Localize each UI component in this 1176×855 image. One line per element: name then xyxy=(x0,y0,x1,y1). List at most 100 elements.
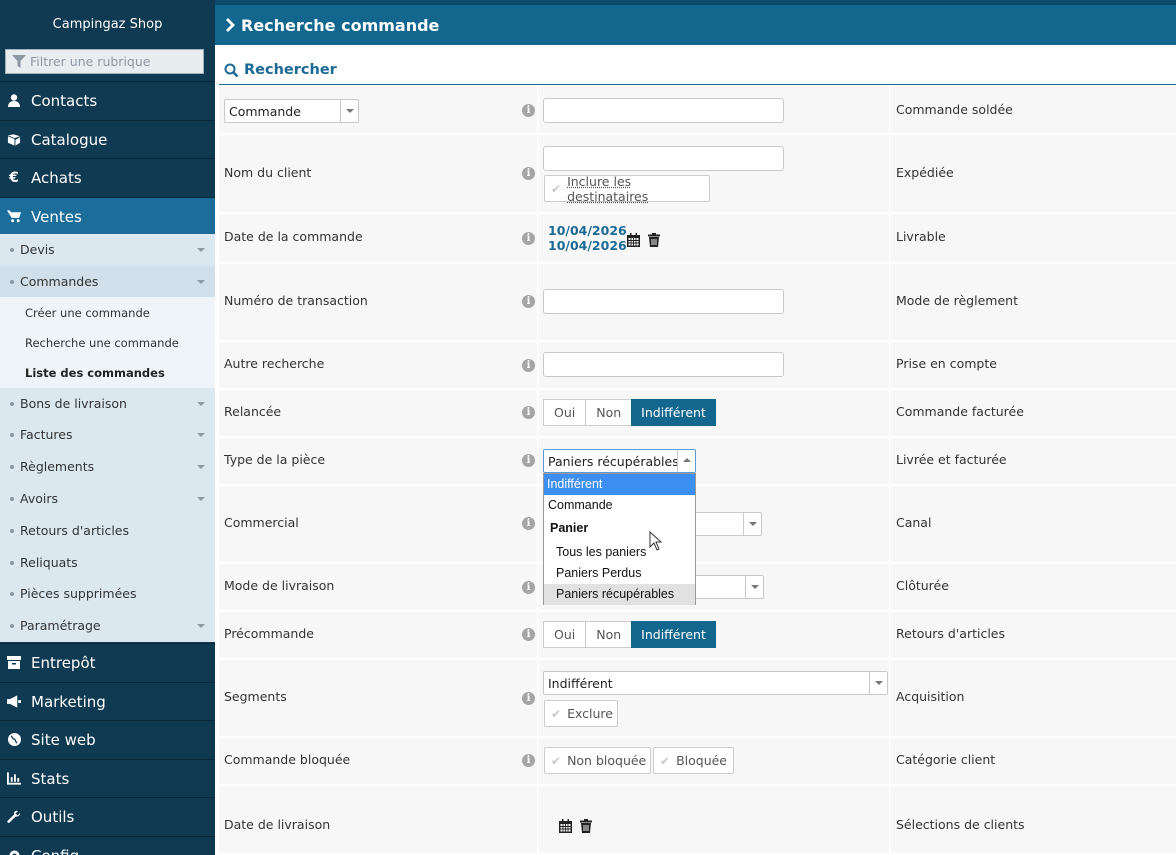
commande-input[interactable] xyxy=(543,98,784,123)
sidebar-item-marketing[interactable]: Marketing xyxy=(0,682,215,720)
sub-item-label: Factures xyxy=(20,427,73,442)
include-recipients-checkbox[interactable]: ✔ Inclure les destinataires xyxy=(544,173,710,204)
calendar-icon[interactable] xyxy=(559,819,572,833)
link-recherche-commande[interactable]: Recherche une commande xyxy=(25,336,179,350)
segments-select[interactable]: Indifférent xyxy=(543,671,888,695)
relancee-toggle: Oui Non Indifférent xyxy=(543,399,716,426)
info-icon[interactable]: i xyxy=(522,628,535,641)
row-precommande: Précommande i Oui Non Indifférent Retours … xyxy=(219,612,1176,660)
sub-item-reliquats[interactable]: Reliquats xyxy=(0,547,215,578)
link-liste-commandes[interactable]: Liste des commandes xyxy=(25,366,165,380)
dropdown-option[interactable]: Commande xyxy=(544,495,695,516)
info-icon[interactable]: i xyxy=(522,359,535,372)
right-label: Prise en compte xyxy=(896,356,997,371)
select-value: Indifférent xyxy=(548,676,613,691)
sidebar-item-stats[interactable]: Stats xyxy=(0,759,215,797)
field-label: Autre recherche xyxy=(224,356,325,371)
info-icon[interactable]: i xyxy=(522,167,535,180)
sidebar-item-catalogue[interactable]: Catalogue xyxy=(0,120,215,158)
option-indifferent[interactable]: Indifférent xyxy=(631,399,716,426)
info-icon[interactable]: i xyxy=(522,406,535,419)
brand-title: Campingaz Shop xyxy=(52,17,163,32)
field-label: Commercial xyxy=(224,515,299,530)
sidebar: Campingaz Shop Contacts Catalogue € Acha… xyxy=(0,0,215,855)
filter-field[interactable] xyxy=(5,49,204,74)
row-commande-bloquee: Commande bloquée i ✔ Non bloquée ✔ Bloquée… xyxy=(219,738,1176,786)
field-label: Date de livraison xyxy=(224,817,331,832)
chevron-down-icon xyxy=(745,576,763,598)
trash-icon[interactable] xyxy=(580,819,592,833)
sidebar-item-label: Config xyxy=(31,847,79,855)
dropdown-option[interactable]: Paniers récupérables xyxy=(544,584,695,605)
wrench-icon xyxy=(7,810,21,824)
sub-item-bons-livraison[interactable]: Bons de livraison xyxy=(0,388,215,419)
sidebar-item-label: Outils xyxy=(31,807,75,826)
precommande-toggle: Oui Non Indifférent xyxy=(543,621,716,648)
non-bloquee-checkbox[interactable]: ✔ Non bloquée xyxy=(544,747,651,774)
sub-item-parametrage[interactable]: Paramétrage xyxy=(0,610,215,641)
info-icon[interactable]: i xyxy=(522,454,535,467)
cart-icon xyxy=(7,210,21,223)
option-non[interactable]: Non xyxy=(585,621,633,648)
info-icon[interactable]: i xyxy=(522,581,535,594)
row-transaction: Numéro de transaction i Mode de règlemen… xyxy=(219,264,1176,342)
sidebar-item-contacts[interactable]: Contacts xyxy=(0,81,215,119)
exclude-checkbox[interactable]: ✔ Exclure xyxy=(544,700,618,727)
info-icon[interactable]: i xyxy=(522,517,535,530)
link-creer-commande[interactable]: Créer une commande xyxy=(25,306,150,320)
row-autre-recherche: Autre recherche i Prise en compte xyxy=(219,342,1176,390)
info-icon[interactable]: i xyxy=(522,232,535,245)
client-name-input[interactable] xyxy=(543,146,784,171)
option-oui[interactable]: Oui xyxy=(543,621,587,648)
sidebar-item-site-web[interactable]: Site web xyxy=(0,720,215,758)
check-icon: ✔ xyxy=(551,753,562,768)
info-icon[interactable]: i xyxy=(522,692,535,705)
right-label: Catégorie client xyxy=(896,752,996,767)
sidebar-item-outils[interactable]: Outils xyxy=(0,797,215,835)
field-label: Commande bloquée xyxy=(224,752,351,767)
sidebar-item-entrepot[interactable]: Entrepôt xyxy=(0,643,215,681)
bloquee-checkbox[interactable]: ✔ Bloquée xyxy=(653,747,734,774)
dropdown-option[interactable]: Paniers Perdus xyxy=(544,563,695,584)
sidebar-item-label: Stats xyxy=(31,769,70,788)
sidebar-item-achats[interactable]: € Achats xyxy=(0,158,215,196)
info-icon[interactable]: i xyxy=(522,104,535,117)
option-indifferent[interactable]: Indifférent xyxy=(631,621,716,648)
sidebar-item-config[interactable]: Config xyxy=(0,836,215,855)
date-from[interactable]: 10/04/2026 xyxy=(548,223,627,238)
date-to[interactable]: 10/04/2026 xyxy=(548,238,627,253)
option-oui[interactable]: Oui xyxy=(543,399,587,426)
megaphone-icon xyxy=(7,695,21,708)
divider xyxy=(219,84,1176,85)
sub-item-devis[interactable]: Devis xyxy=(0,234,215,265)
sub-item-label: Avoirs xyxy=(20,491,58,506)
sub-item-commandes[interactable]: Commandes xyxy=(0,266,215,297)
row-relancee: Relancée i Oui Non Indifférent Commande fa… xyxy=(219,390,1176,438)
dropdown-option[interactable]: Indifférent xyxy=(544,474,695,495)
type-piece-select[interactable]: Paniers récupérables xyxy=(543,449,696,473)
info-icon[interactable]: i xyxy=(522,295,535,308)
date-range[interactable]: 10/04/2026 10/04/2026 xyxy=(548,223,627,253)
sidebar-item-ventes[interactable]: Ventes xyxy=(0,197,215,235)
commande-select[interactable]: Commande xyxy=(224,99,359,123)
sub-item-factures[interactable]: Factures xyxy=(0,419,215,450)
field-label: Segments xyxy=(224,689,287,704)
sub-item-pieces-supprimees[interactable]: Pièces supprimées xyxy=(0,578,215,609)
checkbox-label: Inclure les destinataires xyxy=(567,173,649,204)
other-search-input[interactable] xyxy=(543,352,784,377)
filter-input[interactable] xyxy=(30,50,200,73)
bullet xyxy=(10,432,14,437)
sub-item-retours[interactable]: Retours d'articles xyxy=(0,515,215,546)
trash-icon[interactable] xyxy=(648,233,660,247)
calendar-icon[interactable] xyxy=(627,233,640,247)
page-title: Recherche commande xyxy=(241,15,440,35)
row-commande: Commande i Commande soldée xyxy=(219,86,1176,135)
sub-item-avoirs[interactable]: Avoirs xyxy=(0,483,215,514)
bullet xyxy=(10,401,14,406)
info-icon[interactable]: i xyxy=(522,754,535,767)
sub-item-reglements[interactable]: Règlements xyxy=(0,451,215,482)
dropdown-option[interactable]: Tous les paniers xyxy=(544,542,695,563)
field-label: Relancée xyxy=(224,404,282,419)
transaction-input[interactable] xyxy=(543,289,784,314)
option-non[interactable]: Non xyxy=(585,399,633,426)
